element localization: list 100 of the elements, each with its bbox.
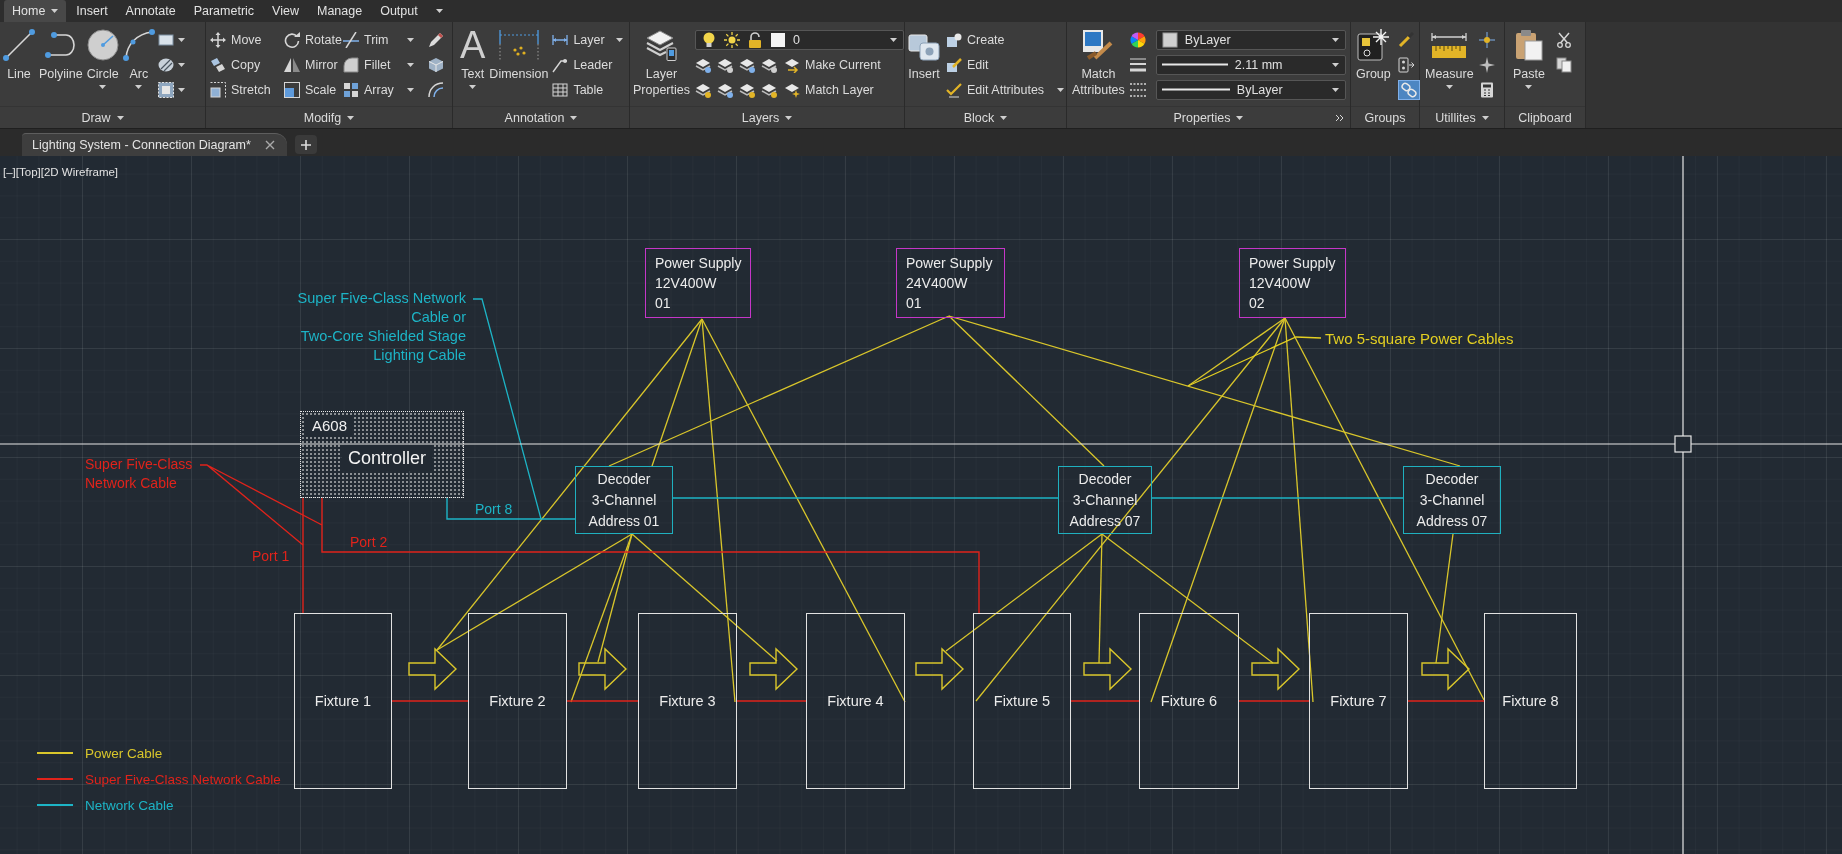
ungroup-icon[interactable]	[1397, 56, 1414, 73]
linetype-dropdown[interactable]: ByLayer	[1155, 79, 1346, 100]
document-tab[interactable]: Lighting System - Connection Diagram*	[22, 133, 287, 156]
panel-title-button[interactable]: Modifg	[300, 110, 358, 125]
lineweight-icon[interactable]	[1129, 56, 1146, 73]
caret-icon	[1445, 85, 1453, 89]
close-icon[interactable]	[264, 140, 275, 150]
caret-icon	[889, 37, 897, 42]
power-supply-title: Power Supply	[906, 254, 994, 273]
panel-title-button[interactable]: Groups	[1361, 110, 1409, 125]
layer-stack-icon[interactable]	[760, 81, 777, 98]
panel-title-button[interactable]: Utillites	[1432, 110, 1492, 125]
viewport-control[interactable]: [Top]	[15, 165, 41, 179]
calculator-icon[interactable]	[1478, 81, 1495, 98]
move-button[interactable]: Move	[209, 28, 283, 51]
scale-button[interactable]: Scale	[283, 78, 342, 101]
panel-title-button[interactable]: Clipboard	[1515, 110, 1575, 125]
layer-properties-button[interactable]: Layer Properties	[632, 27, 691, 98]
scissors-icon[interactable]	[1555, 31, 1572, 48]
arc-button[interactable]: Arc	[121, 27, 156, 89]
trim-icon	[343, 31, 359, 48]
ribbon-tab[interactable]: Home	[4, 0, 67, 22]
circle-button[interactable]: Circle	[85, 27, 120, 89]
layer-stack-icon[interactable]	[760, 56, 777, 73]
polyline-button[interactable]: Polyiine	[38, 27, 84, 82]
text-button[interactable]: A Text	[459, 27, 487, 89]
linetype-icon[interactable]	[1129, 81, 1146, 98]
caret-icon	[51, 9, 59, 13]
group-button[interactable]: Group	[1355, 27, 1392, 82]
measure-button[interactable]: Measure	[1424, 27, 1475, 89]
offset-icon[interactable]	[428, 81, 444, 98]
panel-title-button[interactable]: Properties	[1170, 110, 1247, 125]
decoder-channels: 3-Channel	[1419, 491, 1485, 510]
panel-title-button[interactable]: Draw	[78, 110, 127, 125]
power-supply-rating: 12V400W	[1249, 274, 1312, 293]
caret-icon	[407, 37, 414, 42]
ribbon-tab[interactable]: Annotate	[117, 0, 184, 22]
color-wheel-icon[interactable]	[1129, 31, 1146, 48]
ribbon-tab[interactable]: Insert	[68, 0, 116, 22]
ribbon-tab[interactable]: Manage	[308, 0, 371, 22]
caret-icon	[469, 85, 477, 89]
pencil-icon[interactable]	[1397, 31, 1414, 48]
copy-button[interactable]: Copy	[209, 53, 283, 76]
layer-stack-icon[interactable]	[738, 56, 755, 73]
linear-dimension-button[interactable]: Layer	[551, 28, 624, 51]
layer-stack-icon[interactable]	[738, 81, 755, 98]
cube-icon[interactable]	[428, 56, 444, 73]
line-button[interactable]: Line	[2, 27, 36, 82]
rotate-button[interactable]: Rotate	[283, 28, 342, 51]
group-selection-toggle[interactable]	[1397, 79, 1420, 100]
trim-button[interactable]: Trim	[342, 28, 415, 51]
color-dropdown[interactable]: ByLayer	[1155, 29, 1346, 50]
fixture-label: Fixture 7	[1330, 693, 1387, 709]
create-block-button[interactable]: Create	[945, 28, 1006, 51]
new-tab-button[interactable]	[294, 135, 317, 154]
decoder-title: Decoder	[597, 470, 651, 489]
layer-stack-icon[interactable]	[716, 81, 733, 98]
array-button[interactable]: Array	[342, 78, 415, 101]
panel-title-button[interactable]: Block	[960, 110, 1011, 125]
sun-icon	[723, 31, 740, 48]
ribbon-tab[interactable]: Parametric	[185, 0, 263, 22]
layer-stack-icon[interactable]	[716, 56, 733, 73]
viewport-control[interactable]: [2D Wireframe]	[40, 165, 119, 179]
insert-button[interactable]: Insert	[907, 27, 941, 82]
crosshair-point-icon[interactable]	[1478, 31, 1495, 48]
edit-block-button[interactable]: Edit	[945, 53, 990, 76]
layer-dropdown[interactable]: 0	[694, 29, 904, 50]
match-attributes-button[interactable]: Match Attributes	[1071, 27, 1126, 98]
layer-stack-icon[interactable]	[694, 56, 711, 73]
circle-icon	[86, 29, 119, 61]
decoder-channels: 3-Channel	[591, 491, 657, 510]
edit-attributes-button[interactable]: Edit Attributes	[945, 78, 1066, 101]
paste-button[interactable]: Paste	[1512, 27, 1546, 89]
caret-icon	[407, 87, 414, 92]
copy-icon[interactable]	[1555, 56, 1572, 73]
panel-title-button[interactable]: Layers	[738, 110, 796, 125]
power-supply-rating: 12V400W	[655, 274, 718, 293]
make-current-button[interactable]: Make Current	[782, 53, 882, 76]
legend-label: Power Cable	[85, 745, 163, 761]
fillet-button[interactable]: Fillet	[342, 53, 415, 76]
line-sample-icon	[1161, 88, 1230, 91]
pencil-eraser-icon[interactable]	[428, 31, 444, 48]
viewport-control[interactable]: [–]	[3, 165, 16, 179]
sparkle-icon[interactable]	[1478, 56, 1495, 73]
leader-button[interactable]: Leader	[551, 53, 614, 76]
color-swatch-icon	[1161, 31, 1178, 48]
ribbon-tab[interactable]: Output	[372, 0, 426, 22]
dimension-button[interactable]: Dimension	[488, 27, 550, 82]
match-layer-button[interactable]: Match Layer	[782, 78, 875, 101]
lineweight-dropdown[interactable]: 2.11 mm	[1155, 54, 1346, 75]
table-button[interactable]: Table	[551, 78, 605, 101]
dialog-launcher-icon[interactable]	[1335, 113, 1344, 122]
ribbon-tab[interactable]: View	[264, 0, 307, 22]
stretch-button[interactable]: Stretch	[209, 78, 283, 101]
caret-icon	[1331, 62, 1339, 67]
mirror-button[interactable]: Mirror	[283, 53, 342, 76]
layer-stack-icon[interactable]	[694, 81, 711, 98]
panel-title-button[interactable]: Annotation	[501, 110, 581, 125]
paintbrush-screen-icon	[1082, 29, 1115, 61]
layer-stack-icon	[645, 29, 678, 61]
